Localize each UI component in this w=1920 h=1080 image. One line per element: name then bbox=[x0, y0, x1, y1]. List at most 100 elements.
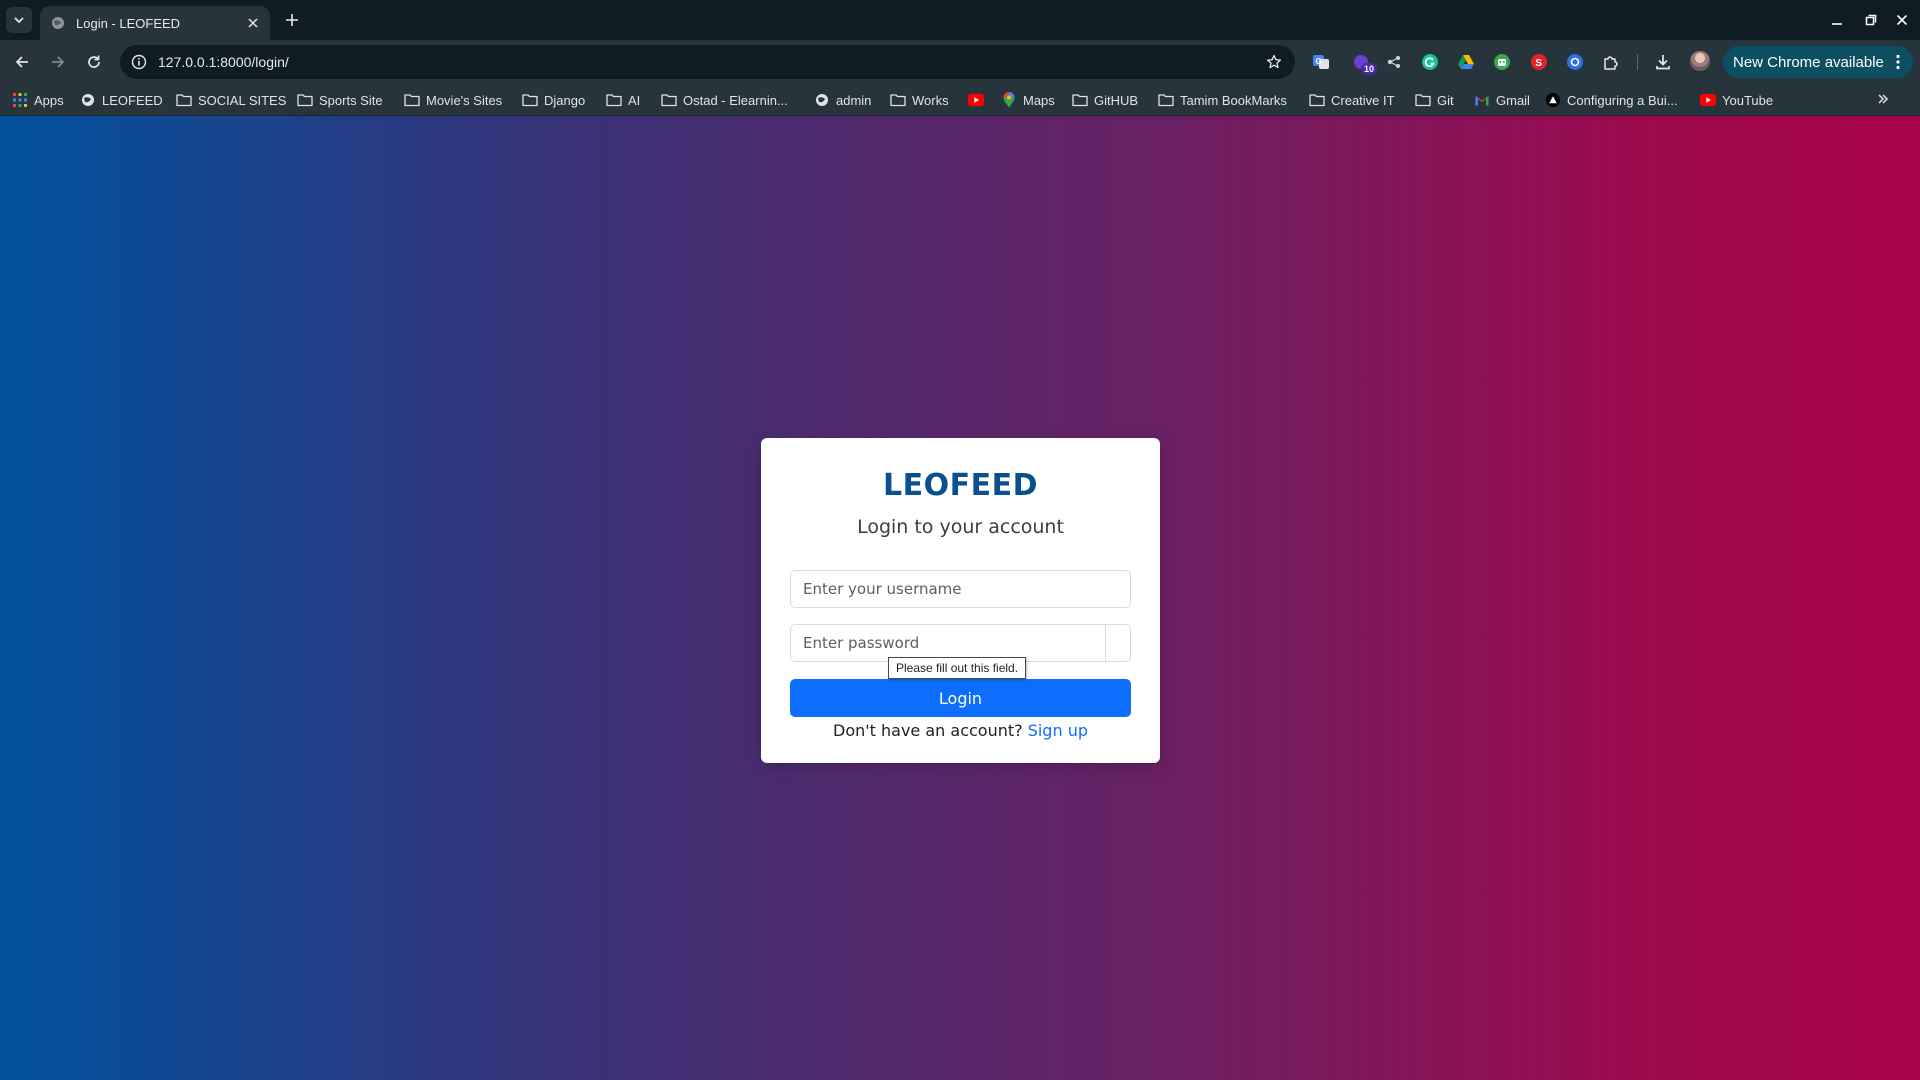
svg-text:S: S bbox=[1535, 58, 1542, 69]
bookmark-leofeed[interactable]: LEOFEED bbox=[80, 91, 163, 109]
folder-icon bbox=[1072, 92, 1088, 108]
folder-icon bbox=[1309, 92, 1325, 108]
username-input[interactable] bbox=[790, 570, 1131, 608]
bookmark-label: Works bbox=[912, 92, 949, 108]
reload-icon bbox=[88, 55, 100, 68]
bookmark-tamim-bookmarks[interactable]: Tamim BookMarks bbox=[1158, 91, 1287, 109]
bookmark-youtube-video[interactable] bbox=[968, 91, 990, 109]
close-window-button[interactable] bbox=[1892, 10, 1912, 30]
globe-icon bbox=[814, 92, 830, 108]
bookmark-admin[interactable]: admin bbox=[814, 91, 871, 109]
svg-text:G: G bbox=[1316, 57, 1322, 66]
page-background: LEOFEED Login to your account Please fil… bbox=[0, 116, 1920, 1080]
bookmark-works[interactable]: Works bbox=[890, 91, 949, 109]
password-toggle-button[interactable] bbox=[1105, 624, 1131, 662]
blue-extension-icon[interactable] bbox=[1565, 52, 1585, 72]
login-button[interactable]: Login bbox=[790, 679, 1131, 717]
youtube-icon bbox=[968, 92, 984, 108]
bookmark-configuring[interactable]: Configuring a Bui... bbox=[1545, 91, 1678, 109]
google-translate-icon[interactable]: G bbox=[1311, 52, 1331, 72]
restore-button[interactable] bbox=[1861, 10, 1881, 30]
restore-icon bbox=[1865, 14, 1877, 26]
active-tab[interactable]: Login - LEOFEED bbox=[40, 6, 270, 40]
bookmark-label: SOCIAL SITES bbox=[198, 92, 287, 108]
bookmark-maps[interactable]: Maps bbox=[1001, 91, 1055, 109]
grammarly-icon[interactable] bbox=[1420, 52, 1440, 72]
folder-icon bbox=[297, 92, 313, 108]
browser-toolbar: 127.0.0.1:8000/login/ G 10 S bbox=[0, 40, 1920, 84]
signup-prompt: Don't have an account? bbox=[833, 721, 1028, 740]
bookmark-sports-site[interactable]: Sports Site bbox=[297, 91, 383, 109]
tab-strip: Login - LEOFEED bbox=[0, 0, 1920, 40]
globe-icon bbox=[50, 15, 66, 31]
gmail-icon bbox=[1474, 92, 1490, 108]
more-menu-icon[interactable] bbox=[1893, 53, 1903, 71]
bookmark-gmail[interactable]: Gmail bbox=[1474, 91, 1530, 109]
tab-title: Login - LEOFEED bbox=[76, 15, 181, 31]
bookmark-label: Maps bbox=[1023, 92, 1055, 108]
extension-badge-icon[interactable]: 10 bbox=[1351, 52, 1378, 75]
bookmark-github[interactable]: GitHUB bbox=[1072, 91, 1138, 109]
maps-pin-icon bbox=[1001, 92, 1017, 108]
profile-avatar[interactable] bbox=[1690, 51, 1710, 71]
chevron-double-right-icon bbox=[1878, 94, 1889, 104]
folder-icon bbox=[661, 92, 677, 108]
bookmark-creative-it[interactable]: Creative IT bbox=[1309, 91, 1395, 109]
bookmark-label: admin bbox=[836, 92, 872, 108]
globe-icon bbox=[80, 92, 96, 108]
new-tab-button[interactable] bbox=[282, 10, 302, 30]
folder-icon bbox=[404, 92, 420, 108]
folder-icon bbox=[176, 92, 192, 108]
bookmark-label: YouTube bbox=[1722, 92, 1774, 108]
bookmark-label: LEOFEED bbox=[102, 92, 163, 108]
tab-search-button[interactable] bbox=[6, 7, 32, 33]
folder-icon bbox=[890, 92, 906, 108]
bookmark-django[interactable]: Django bbox=[522, 91, 585, 109]
download-icon[interactable] bbox=[1653, 52, 1673, 72]
bookmark-movies-sites[interactable]: Movie's Sites bbox=[404, 91, 502, 109]
bookmarks-bar: Apps LEOFEED SOCIAL SITES Sports Site Mo… bbox=[0, 84, 1920, 116]
extensions-puzzle-icon[interactable] bbox=[1601, 52, 1621, 72]
bookmark-label: Django bbox=[544, 92, 586, 108]
folder-icon bbox=[606, 92, 622, 108]
plus-icon bbox=[286, 14, 298, 26]
close-tab-icon[interactable] bbox=[244, 14, 262, 32]
share-graph-icon[interactable] bbox=[1384, 52, 1404, 72]
bookmark-label: Sports Site bbox=[319, 92, 383, 108]
red-extension-icon[interactable]: S bbox=[1529, 52, 1549, 72]
site-info-icon[interactable] bbox=[130, 53, 148, 71]
signup-row: Don't have an account? Sign up bbox=[761, 721, 1160, 740]
bookmark-youtube[interactable]: YouTube bbox=[1700, 91, 1773, 109]
apps-grid-icon bbox=[12, 92, 28, 108]
more-bookmarks-button[interactable] bbox=[1874, 90, 1892, 108]
bookmark-ostad[interactable]: Ostad - Elearnin... bbox=[661, 91, 788, 109]
bookmark-label: AI bbox=[628, 92, 641, 108]
back-button[interactable] bbox=[11, 51, 33, 73]
minimize-button[interactable] bbox=[1827, 10, 1847, 30]
bookmark-label: Creative IT bbox=[1331, 92, 1395, 108]
robot-extension-icon[interactable] bbox=[1492, 52, 1512, 72]
login-subtitle: Login to your account bbox=[857, 516, 1064, 538]
folder-icon bbox=[1158, 92, 1174, 108]
bookmark-apps[interactable]: Apps bbox=[12, 91, 64, 109]
bookmark-star-icon[interactable] bbox=[1265, 53, 1283, 71]
bookmark-ai[interactable]: AI bbox=[606, 91, 640, 109]
google-drive-icon[interactable] bbox=[1456, 52, 1476, 72]
close-icon bbox=[1896, 14, 1908, 26]
bookmark-social-sites[interactable]: SOCIAL SITES bbox=[176, 91, 286, 109]
reload-button[interactable] bbox=[83, 51, 105, 73]
validation-tooltip: Please fill out this field. bbox=[888, 657, 1027, 679]
triangle-logo-icon bbox=[1545, 92, 1561, 108]
folder-icon bbox=[522, 92, 538, 108]
chrome-update-button[interactable]: New Chrome available bbox=[1723, 46, 1913, 78]
forward-button[interactable] bbox=[47, 51, 69, 73]
folder-icon bbox=[1415, 92, 1431, 108]
bookmark-label: Apps bbox=[34, 92, 64, 108]
bookmark-label: Gmail bbox=[1496, 92, 1530, 108]
address-bar[interactable]: 127.0.0.1:8000/login/ bbox=[120, 45, 1295, 79]
signup-link[interactable]: Sign up bbox=[1028, 721, 1088, 740]
url-text[interactable]: 127.0.0.1:8000/login/ bbox=[158, 45, 289, 79]
extension-badge-count: 10 bbox=[1361, 63, 1378, 75]
bookmark-git[interactable]: Git bbox=[1415, 91, 1454, 109]
bookmark-label: Tamim BookMarks bbox=[1180, 92, 1287, 108]
